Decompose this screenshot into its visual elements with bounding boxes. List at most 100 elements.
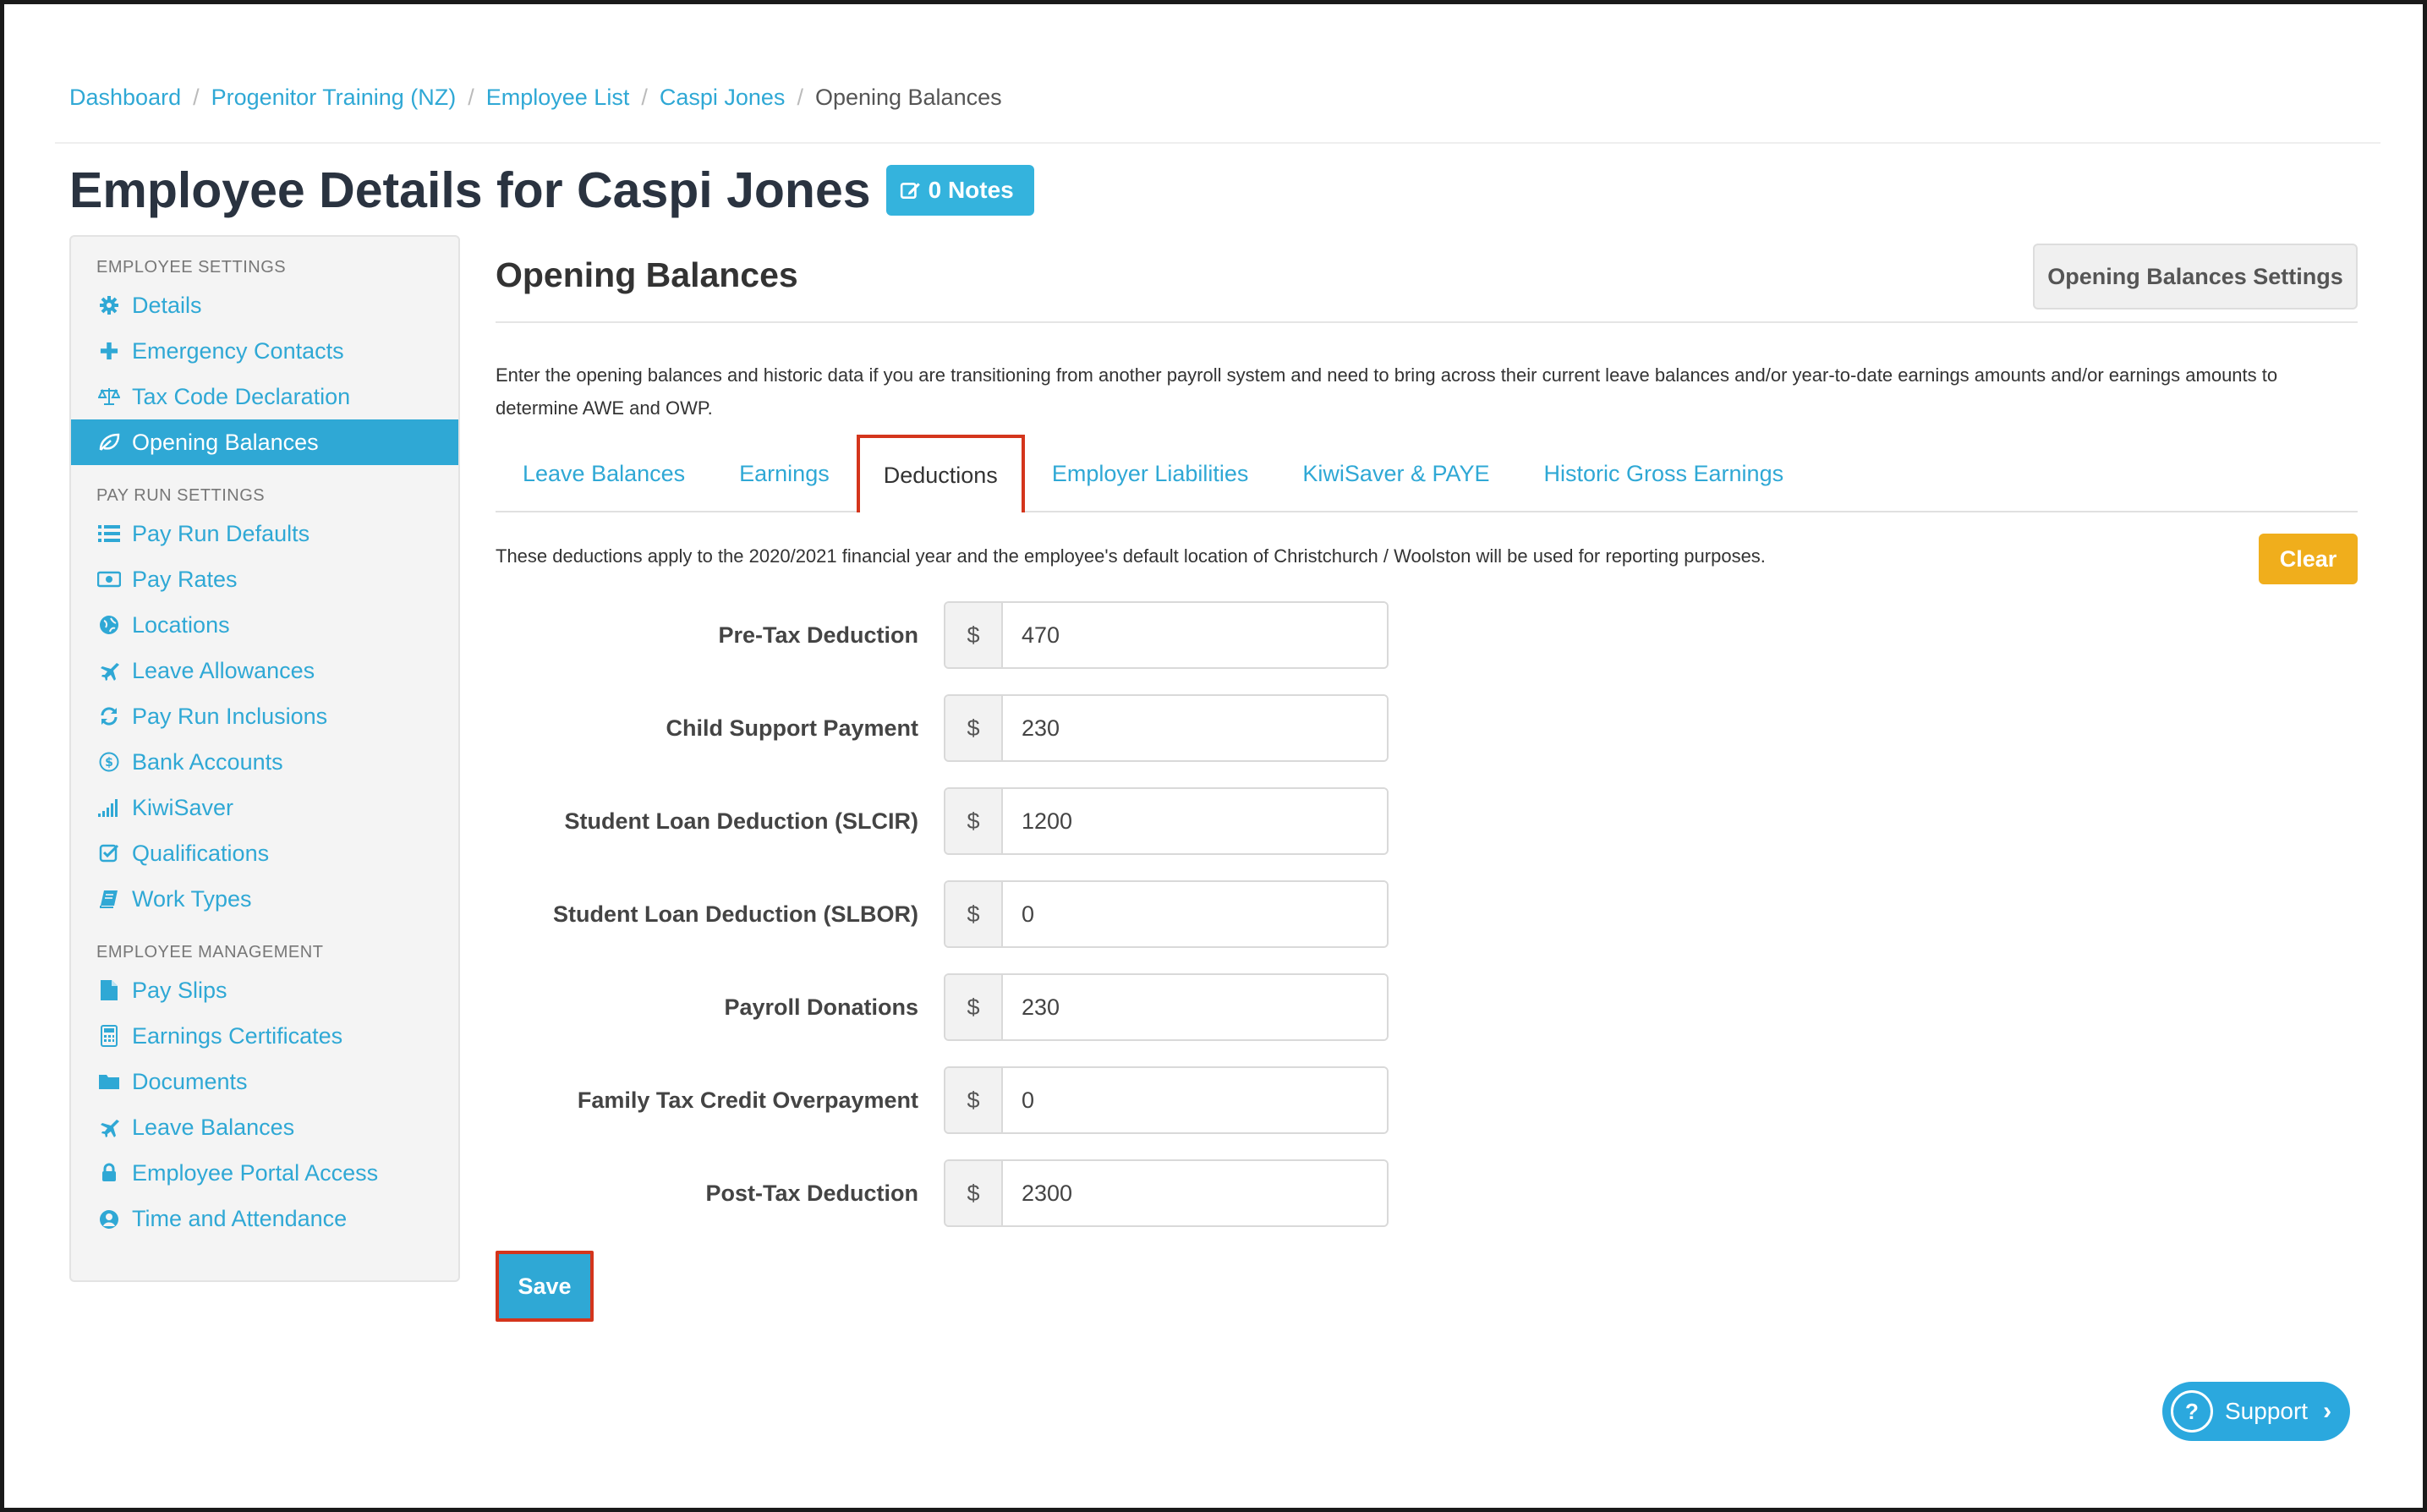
currency-input-group: $: [944, 1159, 1389, 1227]
currency-addon: $: [945, 789, 1003, 853]
sidebar-item-label: Earnings Certificates: [132, 1022, 343, 1049]
sidebar-item-pay-slips[interactable]: Pay Slips: [71, 967, 458, 1013]
sidebar-item-label: Details: [132, 292, 202, 318]
tab-earnings[interactable]: Earnings: [712, 436, 857, 511]
svg-text:$: $: [105, 756, 113, 770]
sidebar-item-pay-run-inclusions[interactable]: Pay Run Inclusions: [71, 693, 458, 739]
family-tax-credit-overpayment-input[interactable]: [1003, 1068, 1387, 1132]
sidebar-item-employee-portal-access[interactable]: Employee Portal Access: [71, 1150, 458, 1196]
breadcrumb-company[interactable]: Progenitor Training (NZ): [211, 85, 457, 111]
currency-input-group: $: [944, 787, 1389, 855]
breadcrumb-employee[interactable]: Caspi Jones: [660, 85, 786, 111]
currency-addon: $: [945, 696, 1003, 760]
sidebar: EMPLOYEE SETTINGS Details Emergency Cont…: [69, 235, 460, 1282]
page-header: Employee Details for Caspi Jones 0 Notes: [69, 156, 1034, 224]
field-label: Post-Tax Deduction: [705, 1180, 918, 1206]
sidebar-item-label: Time and Attendance: [132, 1205, 348, 1231]
child-support-payment-input[interactable]: [1003, 696, 1387, 760]
breadcrumb-employee-list[interactable]: Employee List: [486, 85, 630, 111]
sidebar-item-qualifications[interactable]: Qualifications: [71, 830, 458, 876]
field-label: Student Loan Deduction (SLBOR): [553, 901, 918, 927]
sidebar-item-label: Bank Accounts: [132, 748, 283, 775]
payroll-donations-input[interactable]: [1003, 975, 1387, 1039]
edit-icon: [900, 179, 922, 201]
breadcrumb-separator: /: [193, 84, 200, 110]
field-label: Student Loan Deduction (SLCIR): [564, 808, 918, 834]
help-icon: ?: [2171, 1390, 2213, 1433]
pre-tax-deduction-input[interactable]: [1003, 603, 1387, 667]
form-row-family-tax-credit-overpayment: Family Tax Credit Overpayment $: [496, 1066, 1413, 1134]
breadcrumb-current: Opening Balances: [814, 84, 1002, 110]
sidebar-item-tax-code-declaration[interactable]: Tax Code Declaration: [71, 374, 458, 419]
form-row-child-support-payment: Child Support Payment $: [496, 694, 1413, 762]
sidebar-item-documents[interactable]: Documents: [71, 1059, 458, 1104]
chevron-right-icon: ›: [2323, 1397, 2332, 1425]
sidebar-item-opening-balances[interactable]: Opening Balances: [71, 419, 458, 465]
sidebar-item-pay-run-defaults[interactable]: Pay Run Defaults: [71, 511, 458, 556]
sidebar-item-label: KiwiSaver: [132, 794, 234, 820]
sidebar-item-label: Pay Rates: [132, 566, 238, 592]
tab-historic-gross-earnings[interactable]: Historic Gross Earnings: [1517, 436, 1811, 511]
breadcrumb: Dashboard / Progenitor Training (NZ) / E…: [69, 80, 1002, 114]
support-label: Support: [2225, 1398, 2309, 1424]
opening-balances-settings-button[interactable]: Opening Balances Settings: [2033, 244, 2358, 310]
user-clock-icon: [96, 1206, 122, 1231]
tab-kiwisaver-paye[interactable]: KiwiSaver & PAYE: [1275, 436, 1516, 511]
form-row-post-tax-deduction: Post-Tax Deduction $: [496, 1159, 1413, 1227]
breadcrumb-dashboard[interactable]: Dashboard: [69, 85, 181, 111]
sidebar-item-pay-rates[interactable]: Pay Rates: [71, 556, 458, 602]
deductions-notice: These deductions apply to the 2020/2021 …: [496, 545, 1766, 567]
sidebar-item-earnings-certificates[interactable]: Earnings Certificates: [71, 1013, 458, 1059]
currency-addon: $: [945, 603, 1003, 667]
sidebar-item-emergency-contacts[interactable]: Emergency Contacts: [71, 328, 458, 374]
sidebar-item-bank-accounts[interactable]: $ Bank Accounts: [71, 739, 458, 785]
sidebar-item-label: Emergency Contacts: [132, 337, 344, 364]
lock-icon: [96, 1160, 122, 1186]
support-button[interactable]: ? Support ›: [2162, 1382, 2350, 1441]
sidebar-item-label: Pay Run Inclusions: [132, 703, 328, 729]
sidebar-item-work-types[interactable]: Work Types: [71, 876, 458, 922]
sidebar-item-time-and-attendance[interactable]: Time and Attendance: [71, 1196, 458, 1241]
form-row-payroll-donations: Payroll Donations $: [496, 973, 1413, 1041]
sidebar-item-locations[interactable]: Locations: [71, 602, 458, 648]
sidebar-item-label: Employee Portal Access: [132, 1159, 379, 1186]
post-tax-deduction-input[interactable]: [1003, 1161, 1387, 1225]
notes-button[interactable]: 0 Notes: [885, 165, 1034, 216]
tab-leave-balances[interactable]: Leave Balances: [496, 436, 712, 511]
sidebar-item-leave-balances[interactable]: Leave Balances: [71, 1104, 458, 1150]
notes-label: 0 Notes: [928, 177, 1014, 203]
save-button[interactable]: Save: [496, 1251, 594, 1322]
signal-icon: [96, 795, 122, 820]
sidebar-item-kiwisaver[interactable]: KiwiSaver: [71, 785, 458, 830]
currency-input-group: $: [944, 880, 1389, 948]
plus-icon: [96, 338, 122, 364]
globe-icon: [96, 612, 122, 638]
currency-addon: $: [945, 1161, 1003, 1225]
sidebar-section-pay-run-settings: PAY RUN SETTINGS: [96, 485, 266, 505]
sidebar-item-details[interactable]: Details: [71, 282, 458, 328]
sidebar-item-label: Leave Allowances: [132, 657, 315, 683]
sidebar-item-leave-allowances[interactable]: Leave Allowances: [71, 648, 458, 693]
list-icon: [96, 521, 122, 546]
sidebar-item-label: Leave Balances: [132, 1114, 295, 1140]
app-window: Dashboard / Progenitor Training (NZ) / E…: [4, 4, 2423, 1508]
tab-employer-liabilities[interactable]: Employer Liabilities: [1025, 436, 1276, 511]
student-loan-slbor-input[interactable]: [1003, 882, 1387, 946]
clear-button[interactable]: Clear: [2259, 534, 2358, 584]
plane-icon: [96, 1115, 122, 1140]
field-label: Pre-Tax Deduction: [718, 622, 918, 648]
breadcrumb-separator: /: [468, 84, 474, 110]
sidebar-item-label: Documents: [132, 1068, 248, 1094]
sidebar-item-label: Tax Code Declaration: [132, 383, 351, 409]
sidebar-section-employee-management: EMPLOYEE MANAGEMENT: [96, 942, 324, 961]
book-icon: [96, 886, 122, 912]
field-label: Payroll Donations: [724, 994, 918, 1020]
tab-deductions[interactable]: Deductions: [856, 435, 1025, 512]
sidebar-item-label: Work Types: [132, 885, 252, 912]
currency-input-group: $: [944, 1066, 1389, 1134]
student-loan-slcir-input[interactable]: [1003, 789, 1387, 853]
sidebar-item-label: Opening Balances: [132, 429, 319, 455]
gear-icon: [96, 293, 122, 318]
form-row-student-loan-slcir: Student Loan Deduction (SLCIR) $: [496, 787, 1413, 855]
breadcrumb-separator: /: [797, 84, 803, 110]
